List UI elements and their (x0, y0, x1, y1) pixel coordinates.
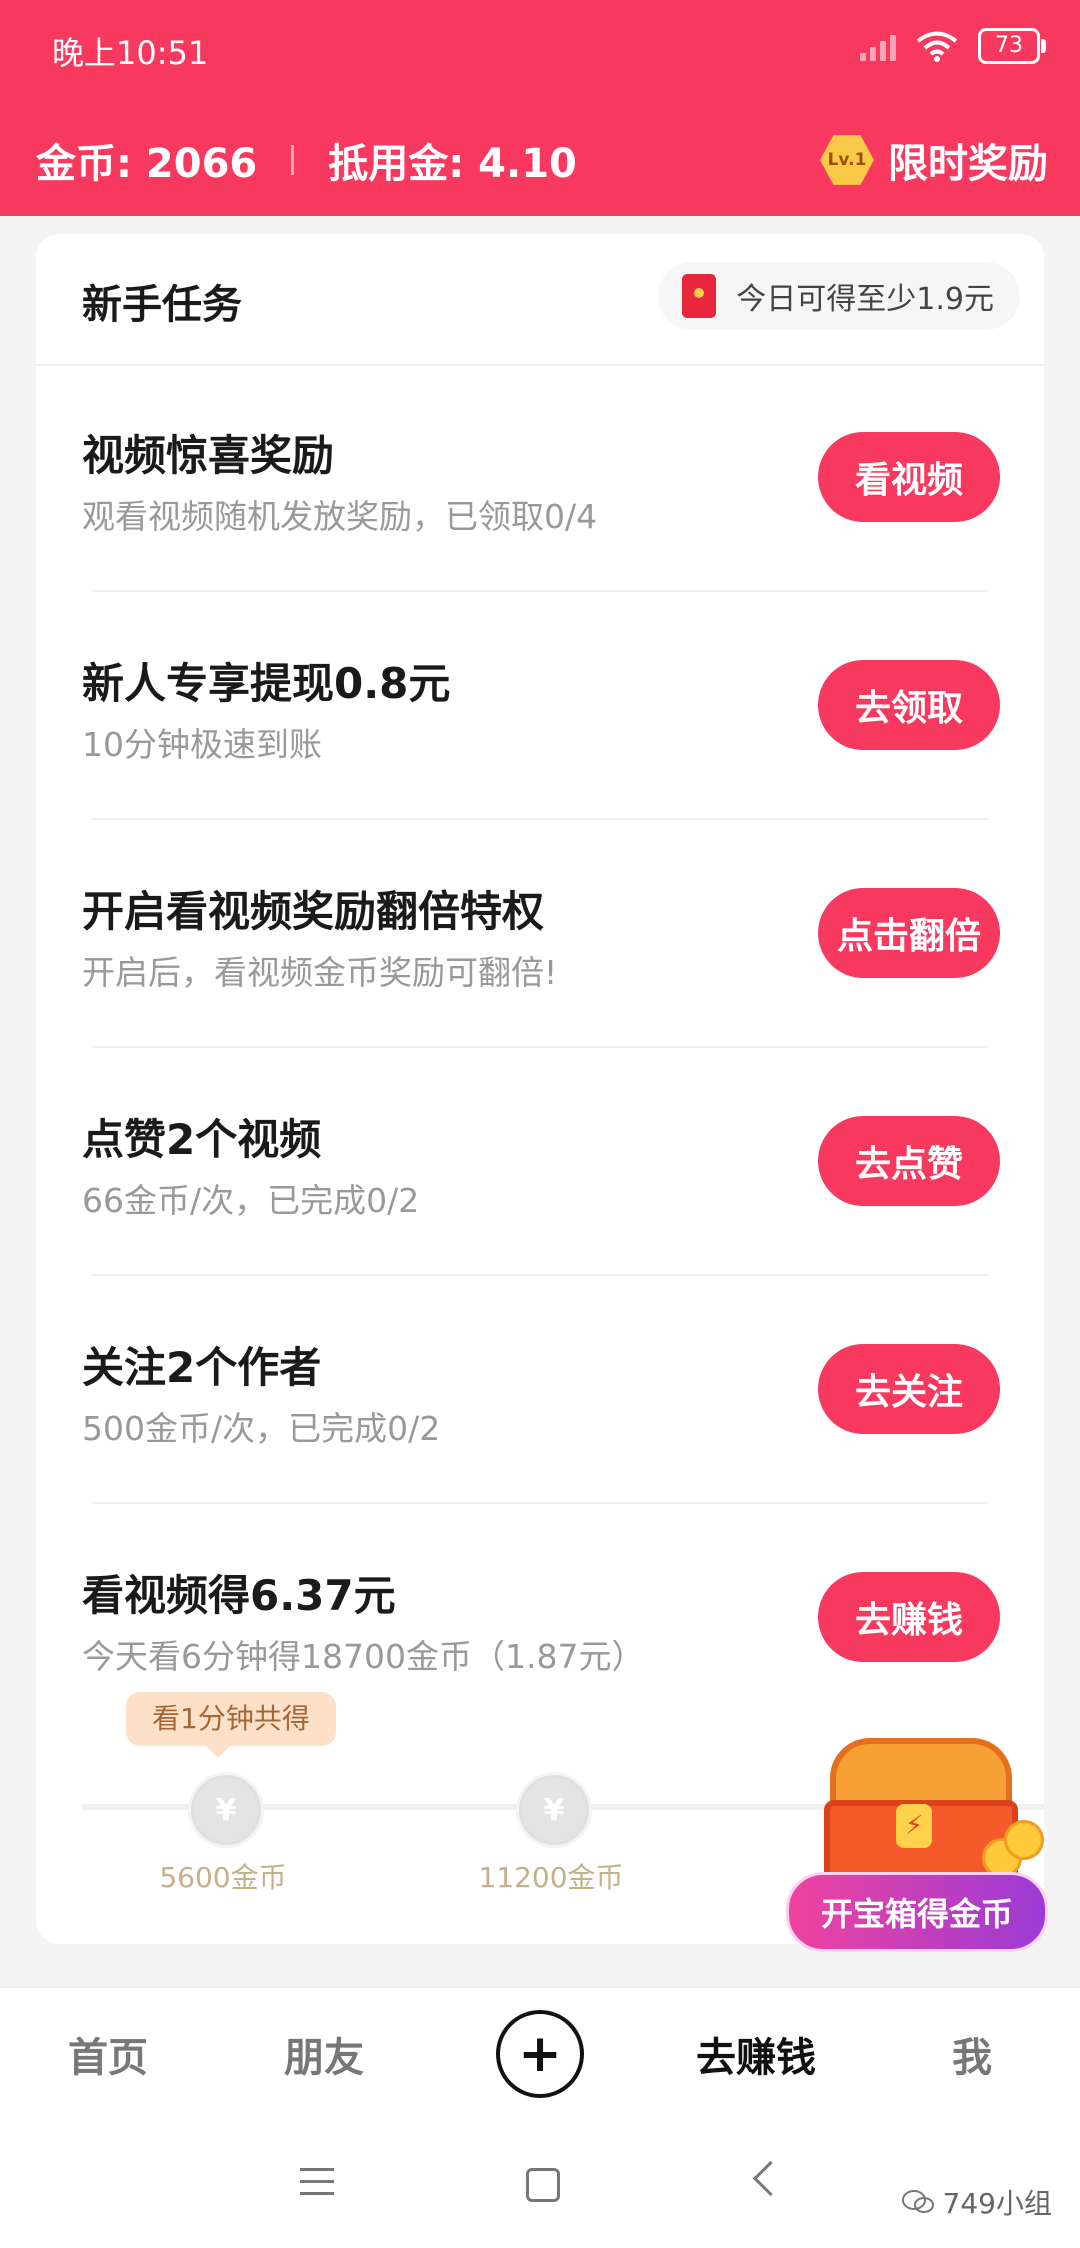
milestone-label: 11200金币 (478, 1861, 624, 1894)
deduct-balance[interactable]: 抵用金: 4.10 (328, 131, 577, 189)
task-subtitle: 10分钟极速到账 (82, 725, 322, 764)
menu-icon[interactable] (300, 2168, 334, 2204)
earn-money-button[interactable]: 去赚钱 (818, 1572, 1000, 1662)
task-row: 关注2个作者 500金币/次，已完成0/2 去关注 (36, 1276, 1044, 1504)
task-title: 关注2个作者 (82, 1343, 322, 1392)
today-earnings-text: 今日可得至少1.9元 (736, 282, 994, 317)
newbie-task-card: 新手任务 今日可得至少1.9元 视频惊喜奖励 观看视频随机发放奖励，已领取0/4… (36, 234, 1044, 1944)
home-icon[interactable] (526, 2168, 560, 2202)
wechat-icon (901, 2190, 934, 2213)
status-bar: 晚上10:51 73 (52, 28, 1046, 72)
nav-home[interactable]: 首页 (0, 2025, 216, 2083)
limited-reward-label: 限时奖励 (888, 141, 1048, 187)
header-bar: 晚上10:51 73 金币: 2066 抵用金: 4.10 Lv.1 限时奖励 (0, 0, 1080, 216)
nav-earn[interactable]: 去赚钱 (648, 2025, 864, 2083)
task-card-header: 新手任务 今日可得至少1.9元 (36, 234, 1044, 366)
status-time: 晚上10:51 (52, 34, 209, 72)
task-subtitle: 500金币/次，已完成0/2 (82, 1409, 441, 1448)
task-title: 视频惊喜奖励 (82, 431, 335, 480)
coin-balance[interactable]: 金币: 2066 (36, 131, 257, 189)
plus-icon: + (496, 2010, 584, 2098)
battery-icon: 73 (978, 28, 1046, 64)
red-packet-icon (682, 274, 717, 318)
claim-button[interactable]: 去领取 (818, 660, 1000, 750)
task-title: 新人专享提现0.8元 (82, 659, 451, 708)
task-row: 开启看视频奖励翻倍特权 开启后，看视频金币奖励可翻倍! 点击翻倍 (36, 820, 1044, 1048)
signal-icon (860, 31, 896, 61)
nav-friends[interactable]: 朋友 (216, 2025, 432, 2083)
wifi-icon (916, 31, 958, 62)
treasure-chest-button[interactable]: ⚡ 开宝箱得金币 (786, 1738, 1048, 1952)
progress-tip: 看1分钟共得 (126, 1692, 336, 1758)
task-title: 点赞2个视频 (82, 1115, 322, 1164)
like-button[interactable]: 去点赞 (818, 1116, 1000, 1206)
today-earnings-pill[interactable]: 今日可得至少1.9元 (658, 262, 1020, 330)
task-title: 看视频得6.37元 (82, 1571, 396, 1620)
coin-divider (291, 145, 295, 175)
follow-button[interactable]: 去关注 (818, 1344, 1000, 1434)
nav-me[interactable]: 我 (864, 2025, 1080, 2083)
back-icon[interactable] (752, 2160, 789, 2197)
watermark-text: 749小组 (942, 2187, 1052, 2220)
coin-icon (1004, 1820, 1044, 1860)
treasure-label: 开宝箱得金币 (786, 1872, 1048, 1952)
task-subtitle: 观看视频随机发放奖励，已领取0/4 (82, 497, 598, 536)
task-subtitle: 开启后，看视频金币奖励可翻倍! (82, 953, 558, 992)
system-nav-bar: 749小组 (0, 2118, 1080, 2248)
double-reward-button[interactable]: 点击翻倍 (818, 888, 1000, 978)
level-badge-icon: Lv.1 (820, 135, 874, 185)
coin-milestone-icon: ¥ (516, 1772, 592, 1848)
limited-reward-button[interactable]: Lv.1 限时奖励 (820, 131, 1048, 189)
task-subtitle: 66金币/次，已完成0/2 (82, 1181, 420, 1220)
watermark: 749小组 (901, 2182, 1052, 2222)
task-row: 新人专享提现0.8元 10分钟极速到账 去领取 (36, 592, 1044, 820)
coin-summary: 金币: 2066 抵用金: 4.10 Lv.1 限时奖励 (36, 128, 1048, 192)
watch-video-button[interactable]: 看视频 (818, 432, 1000, 522)
task-title: 开启看视频奖励翻倍特权 (82, 887, 545, 936)
task-subtitle: 今天看6分钟得18700金币（1.87元） (82, 1637, 645, 1676)
nav-create[interactable]: + (432, 2010, 648, 2098)
lightning-icon: ⚡ (896, 1804, 932, 1848)
coin-milestone-icon: ¥ (188, 1772, 264, 1848)
task-row: 点赞2个视频 66金币/次，已完成0/2 去点赞 (36, 1048, 1044, 1276)
task-row: 视频惊喜奖励 观看视频随机发放奖励，已领取0/4 看视频 (36, 364, 1044, 592)
milestone-label: 5600金币 (159, 1861, 287, 1894)
bottom-nav: 首页 朋友 + 去赚钱 我 (0, 1986, 1080, 2120)
task-card-title: 新手任务 (82, 282, 242, 328)
status-icons: 73 (860, 28, 1046, 64)
